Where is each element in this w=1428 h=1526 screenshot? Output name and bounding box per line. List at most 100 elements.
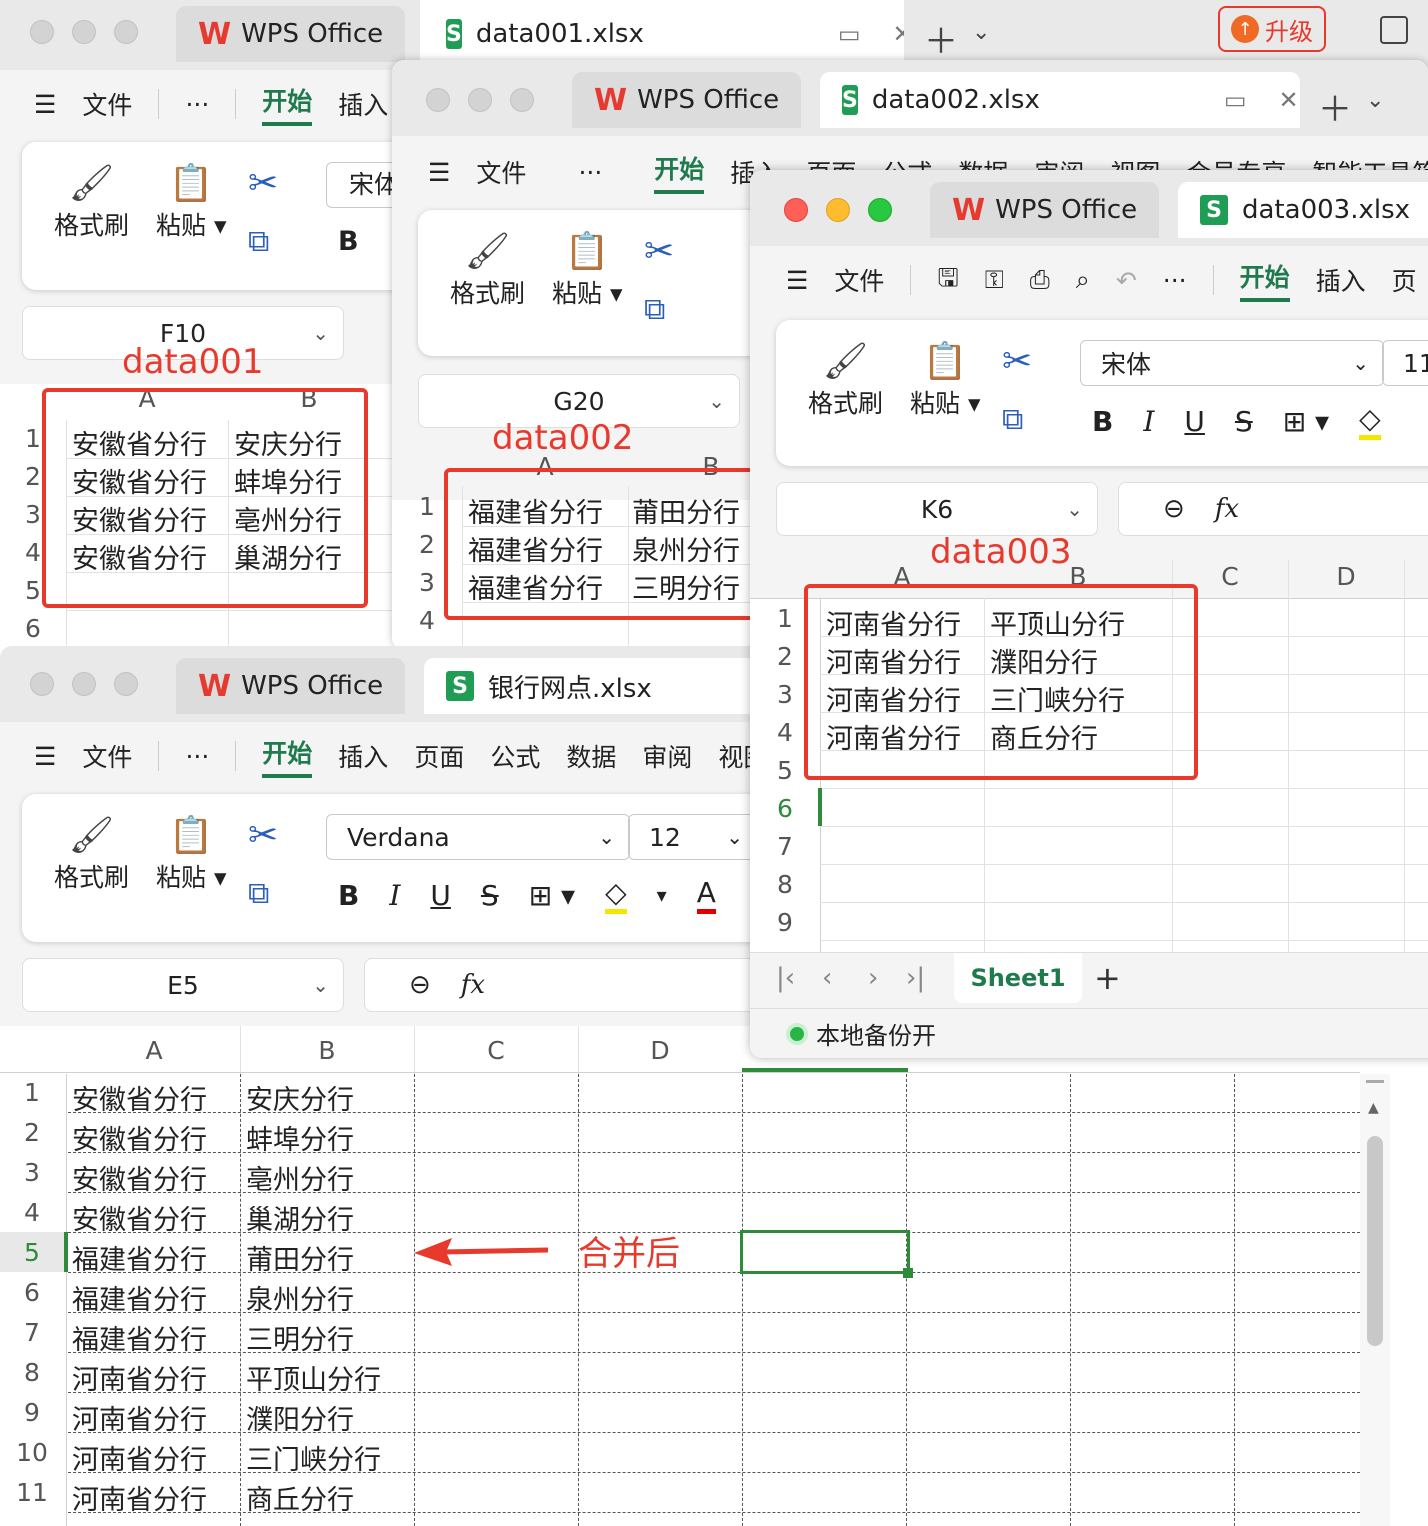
minimize-window-button[interactable] — [72, 20, 96, 44]
hamburger-icon[interactable]: ☰ — [428, 158, 450, 187]
window-mode-icon[interactable] — [1380, 16, 1408, 44]
row-header[interactable]: 3 — [412, 568, 442, 597]
cell[interactable]: 河南省分行 — [72, 1398, 207, 1437]
undo-icon[interactable]: ↶ — [1116, 266, 1137, 295]
font-color-icon[interactable]: A — [696, 876, 716, 914]
menu-insert[interactable]: 插入 — [1316, 262, 1366, 298]
italic-button[interactable]: I — [389, 879, 400, 912]
underline-button[interactable]: U — [1184, 405, 1205, 438]
formula-bar[interactable]: ⊖ fx — [1118, 482, 1428, 536]
tab-wps-office[interactable]: W WPS Office — [176, 658, 406, 714]
close-icon[interactable]: ✕ — [1279, 86, 1299, 114]
print-icon[interactable]: ⎙ — [1030, 265, 1050, 295]
strikethrough-button[interactable]: S — [1235, 405, 1253, 438]
menu-more[interactable]: ··· — [578, 158, 602, 187]
cut-button[interactable]: ✂ — [644, 230, 674, 274]
row-header[interactable]: 4 — [412, 606, 442, 635]
cut-button[interactable]: ✂ — [248, 814, 278, 858]
first-sheet-icon[interactable]: |‹ — [776, 963, 795, 993]
bold-button[interactable]: B — [1092, 405, 1113, 438]
prev-sheet-icon[interactable]: ‹ — [822, 963, 832, 993]
underline-button[interactable]: U — [430, 879, 451, 912]
save-icon[interactable]: 🖫 — [937, 259, 958, 302]
fill-handle[interactable] — [903, 1268, 913, 1278]
zoom-window-button[interactable] — [510, 88, 534, 112]
key-icon[interactable]: ⚿ — [985, 265, 1004, 295]
monitor-icon[interactable]: ▭ — [1224, 86, 1247, 114]
fx-icon[interactable]: fx — [1215, 494, 1239, 524]
row-header[interactable]: 3 — [770, 680, 800, 709]
scroll-up-icon[interactable]: ▲ — [1368, 1100, 1379, 1116]
font-size-select[interactable]: 11 — [1382, 340, 1428, 386]
cell[interactable]: 莆田分行 — [246, 1238, 354, 1277]
menu-start[interactable]: 开始 — [1239, 258, 1290, 302]
borders-icon[interactable]: ⊞ ▾ — [1283, 405, 1329, 438]
row-header[interactable]: 8 — [12, 1358, 52, 1387]
name-box[interactable]: K6 ⌄ — [776, 482, 1098, 536]
row-header[interactable]: 6 — [12, 1278, 52, 1307]
tab-data001[interactable]: S data001.xlsx ▭ ✕ — [424, 6, 913, 62]
menu-start[interactable]: 开始 — [262, 82, 313, 126]
chevron-down-icon[interactable]: ⌄ — [972, 20, 990, 45]
last-sheet-icon[interactable]: ›| — [906, 963, 925, 993]
row-header[interactable]: 2 — [770, 642, 800, 671]
menu-insert[interactable]: 插入 — [338, 86, 388, 122]
menu-start[interactable]: 开始 — [262, 734, 313, 778]
menu-file[interactable]: 文件 — [834, 262, 884, 298]
plus-icon[interactable]: ＋ — [924, 14, 958, 63]
menu-insert[interactable]: 插入 — [338, 738, 388, 774]
cell[interactable]: 三明分行 — [246, 1318, 354, 1357]
format-painter-button[interactable]: 🖌 格式刷 — [450, 230, 525, 310]
menu-more[interactable]: ··· — [185, 742, 209, 771]
menu-start[interactable]: 开始 — [654, 150, 705, 194]
row-header[interactable]: 9 — [12, 1398, 52, 1427]
zoom-search-icon[interactable]: ⊖ — [1163, 494, 1185, 524]
copy-button[interactable]: ⧉ — [644, 288, 665, 332]
close-window-button[interactable] — [30, 20, 54, 44]
formula-bar[interactable]: ⊖ fx — [364, 958, 784, 1012]
cell[interactable]: 安庆分行 — [246, 1078, 354, 1117]
chevron-down-icon[interactable]: ▾ — [657, 883, 667, 907]
scrollbar-thumb[interactable] — [1367, 1136, 1383, 1346]
row-header[interactable]: 4 — [770, 718, 800, 747]
menu-file[interactable]: 文件 — [476, 154, 526, 190]
tab-data003[interactable]: S data003.xlsx — [1178, 182, 1428, 238]
zoom-window-button[interactable] — [114, 672, 138, 696]
cell[interactable]: 安徽省分行 — [72, 1198, 207, 1237]
cell[interactable]: 亳州分行 — [246, 1158, 354, 1197]
strikethrough-button[interactable]: S — [481, 879, 499, 912]
fill-color-icon[interactable]: ◇ — [605, 876, 627, 914]
paste-button[interactable]: 📋 粘贴 ▾ — [156, 162, 227, 242]
upgrade-button[interactable]: ↑ 升级 — [1218, 6, 1326, 52]
cell[interactable]: 安徽省分行 — [72, 1118, 207, 1157]
minimize-window-button[interactable] — [72, 672, 96, 696]
font-size-select[interactable]: 12 ⌄ — [628, 814, 758, 860]
italic-button[interactable]: I — [1143, 405, 1154, 438]
plus-icon[interactable]: ＋ — [1318, 82, 1352, 131]
chevron-down-icon[interactable]: ⌄ — [1366, 88, 1384, 113]
column-header-d[interactable]: D — [578, 1036, 742, 1065]
hamburger-icon[interactable]: ☰ — [786, 266, 808, 295]
row-header[interactable]: 8 — [770, 870, 800, 899]
font-name-select[interactable]: Verdana ⌄ — [326, 814, 630, 860]
cell[interactable]: 濮阳分行 — [246, 1398, 354, 1437]
tab-wps-office[interactable]: W WPS Office — [572, 72, 802, 128]
row-header[interactable]: 6 — [18, 614, 48, 643]
cell[interactable]: 安徽省分行 — [72, 1078, 207, 1117]
zoom-window-button[interactable] — [868, 198, 892, 222]
name-box[interactable]: E5 ⌄ — [22, 958, 344, 1012]
menu-page[interactable]: 页 — [1392, 262, 1417, 298]
format-painter-button[interactable]: 🖌 格式刷 — [54, 814, 129, 894]
cut-button[interactable]: ✂ — [248, 162, 278, 206]
row-header[interactable]: 6 — [770, 794, 800, 823]
cell[interactable]: 福建省分行 — [72, 1318, 207, 1357]
backup-status-text[interactable]: 本地备份开 — [816, 1016, 936, 1051]
print-preview-icon[interactable]: ⌕ — [1076, 265, 1090, 295]
menu-formula[interactable]: 公式 — [490, 738, 540, 774]
add-sheet-icon[interactable]: + — [1094, 959, 1121, 997]
sheet-tab-sheet1[interactable]: Sheet1 — [954, 953, 1082, 1003]
row-header[interactable]: 11 — [12, 1478, 52, 1507]
row-header[interactable]: 5 — [12, 1238, 52, 1267]
cell[interactable]: 福建省分行 — [72, 1278, 207, 1317]
format-painter-button[interactable]: 🖌 格式刷 — [54, 162, 129, 242]
